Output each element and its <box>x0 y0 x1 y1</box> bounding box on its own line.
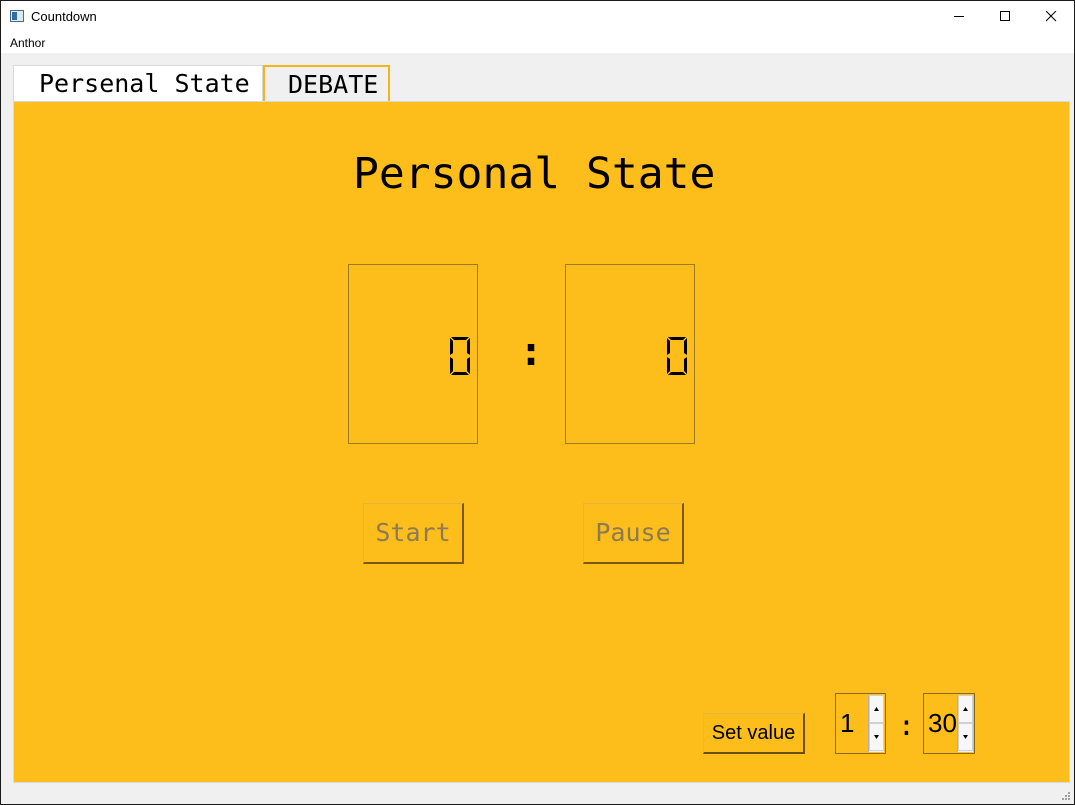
pause-button[interactable]: Pause <box>583 503 684 564</box>
minutes-spinbox-arrows <box>868 695 884 752</box>
lcd-digit-zero-icon <box>450 337 470 375</box>
arrow-up-icon <box>874 707 879 711</box>
close-icon <box>1046 11 1057 22</box>
tab-persenal-state[interactable]: Persenal State <box>13 65 263 101</box>
lcd-digit-zero-icon <box>667 337 687 375</box>
minimize-icon <box>954 16 964 17</box>
minutes-decrement-button[interactable] <box>869 723 884 751</box>
tab-panel <box>13 101 1070 783</box>
close-button[interactable] <box>1028 1 1074 32</box>
arrow-down-icon <box>874 735 879 739</box>
minimize-button[interactable] <box>936 1 982 32</box>
app-window-icon <box>10 10 24 22</box>
start-button[interactable]: Start <box>363 503 464 564</box>
seconds-decrement-button[interactable] <box>958 723 973 751</box>
countdown-window: Countdown Anthor Persenal State DEBATE P… <box>0 0 1075 805</box>
set-value-button[interactable]: Set value <box>703 713 805 754</box>
title-bar[interactable]: Countdown <box>1 1 1074 32</box>
arrow-up-icon <box>963 707 968 711</box>
maximize-button[interactable] <box>982 1 1028 32</box>
arrow-down-icon <box>963 735 968 739</box>
minutes-spinbox[interactable]: 1 <box>835 693 886 754</box>
resize-grip-icon[interactable] <box>1061 791 1071 801</box>
display-separator: : <box>519 329 544 375</box>
window-title: Countdown <box>31 9 97 24</box>
seconds-spinbox-value[interactable]: 30 <box>928 708 957 739</box>
minutes-spinbox-value[interactable]: 1 <box>840 708 854 739</box>
page-title: Personal State <box>353 149 716 199</box>
menu-bar: Anthor <box>1 32 1074 53</box>
maximize-icon <box>1000 11 1010 21</box>
seconds-increment-button[interactable] <box>958 695 973 723</box>
seconds-spinbox-arrows <box>957 695 973 752</box>
menu-item-anthor[interactable]: Anthor <box>10 36 45 50</box>
minutes-display: 0 <box>348 264 478 444</box>
seconds-display: 0 <box>565 264 695 444</box>
seconds-spinbox[interactable]: 30 <box>923 693 975 754</box>
tab-debate[interactable]: DEBATE <box>263 65 390 101</box>
minutes-increment-button[interactable] <box>869 695 884 723</box>
setter-separator: : <box>898 709 915 742</box>
